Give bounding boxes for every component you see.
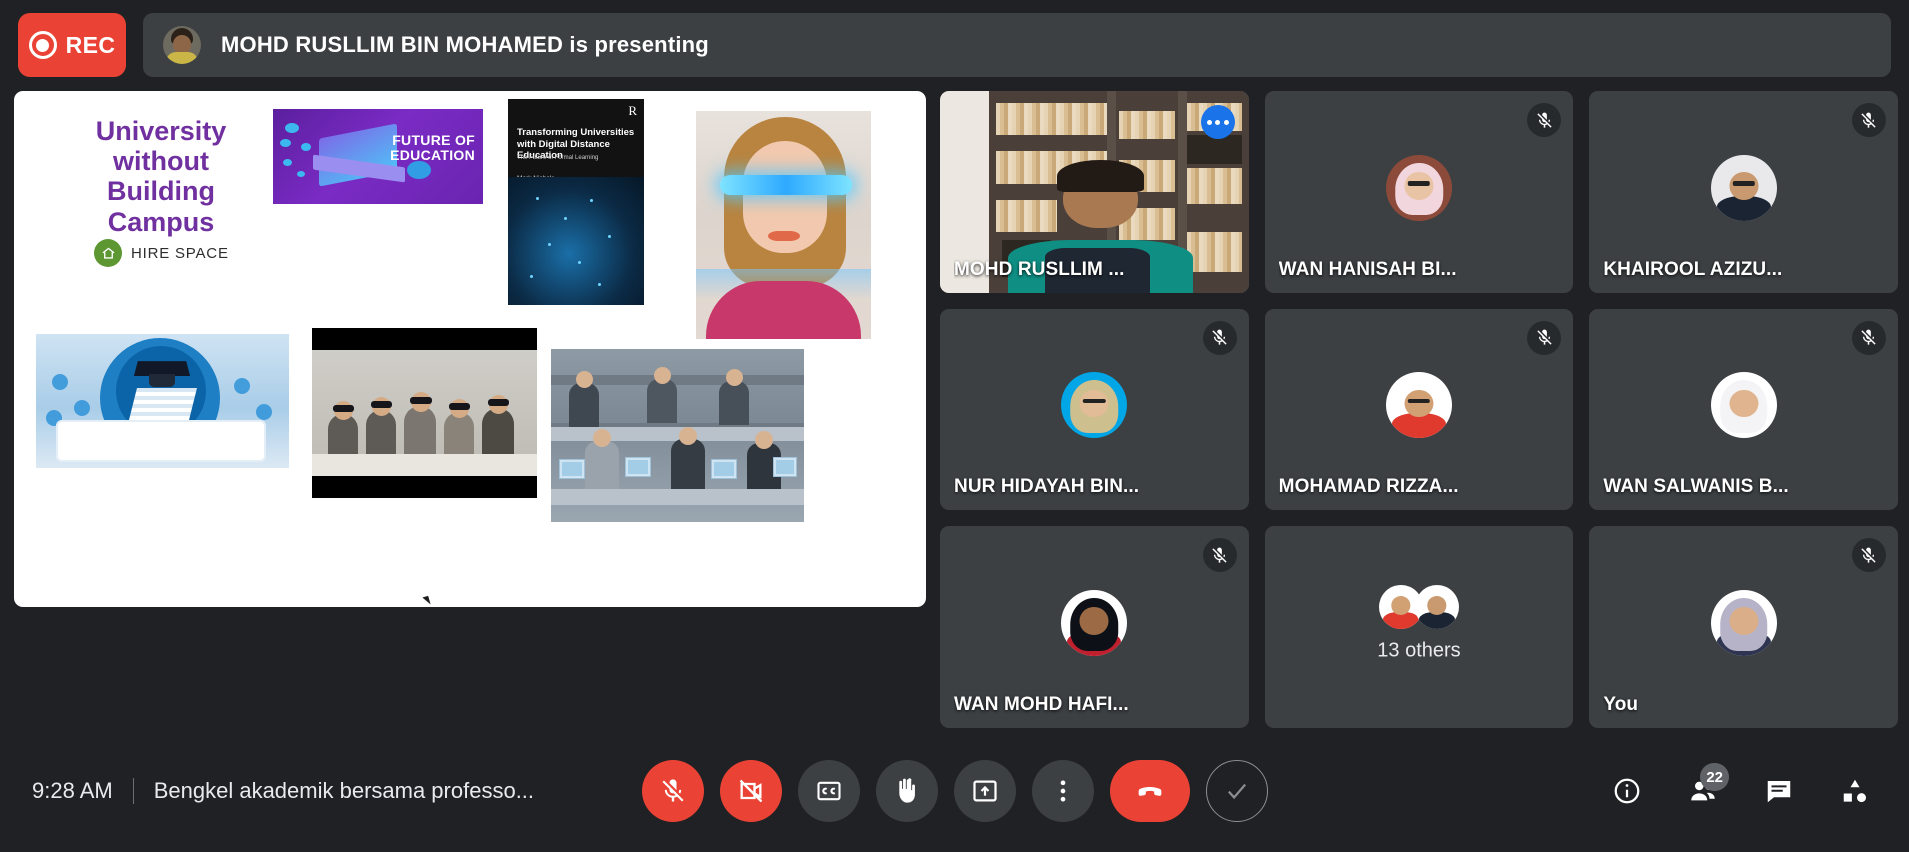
presenting-label: MOHD RUSLLIM BIN MOHAMED is presenting [221, 32, 709, 57]
camera-off-button[interactable] [719, 760, 782, 822]
participant-name: WAN HANISAH BI... [1278, 258, 1457, 280]
participant-tile[interactable]: NUR HIDAYAH BIN... [940, 308, 1249, 511]
mic-off-icon [1527, 103, 1562, 137]
participant-tile[interactable]: MOHAMAD RIZZA... [1264, 308, 1574, 511]
mic-off-icon [1202, 538, 1237, 573]
participant-tile[interactable]: KHAIROOL AZIZU... [1589, 91, 1898, 293]
mic-off-icon [1527, 320, 1562, 355]
meeting-info: 9:28 AM Bengkel akademik bersama profess… [32, 778, 534, 804]
mic-off-icon [1202, 320, 1237, 355]
meeting-side-controls: 22 [1603, 763, 1879, 815]
participant-name: MOHAMAD RIZZA... [1278, 476, 1459, 498]
mic-off-icon [1851, 320, 1886, 355]
avatar [1061, 372, 1128, 439]
hand-icon [898, 778, 915, 803]
more-options-button[interactable] [1031, 760, 1094, 822]
presentation-stage[interactable]: University without Building Campus HIRE … [14, 91, 926, 607]
avatar-group [1378, 584, 1459, 629]
future-of-education-image: FUTURE OF EDUCATION [273, 109, 483, 204]
participant-name: KHAIROOL AZIZU... [1603, 258, 1783, 280]
participant-name: WAN MOHD HAFI... [954, 694, 1129, 715]
future-of-education-label: FUTURE OF EDUCATION [390, 132, 475, 163]
participant-tile-active[interactable]: MOHD RUSLLIM ... [940, 91, 1249, 293]
graduation-book-illustration [36, 334, 289, 468]
recording-badge[interactable]: REC [18, 13, 126, 77]
hire-space-logo: HIRE SPACE [94, 239, 229, 267]
others-count-label: 13 others [1377, 639, 1461, 662]
book-cover-image: R Transforming Universities with Digital… [508, 99, 644, 305]
meeting-details-button[interactable] [1603, 767, 1651, 815]
chat-button[interactable] [1755, 767, 1803, 815]
avatar [1061, 590, 1128, 657]
confirm-button[interactable] [1205, 760, 1268, 822]
lecture-hall-photo [551, 349, 804, 522]
chat-icon [1767, 781, 1791, 803]
book-artwork [508, 177, 644, 305]
classroom-vr-photo [312, 328, 537, 498]
house-icon [94, 239, 122, 267]
microphone-off-button[interactable] [641, 760, 704, 822]
record-dot-icon [28, 31, 57, 59]
activities-icon [1843, 779, 1866, 803]
more-vertical-icon [1060, 780, 1065, 802]
hangup-icon [1138, 787, 1161, 796]
participant-name: MOHD RUSLLIM ... [954, 258, 1125, 280]
camera-off-icon [739, 779, 762, 803]
vr-headset-photo [696, 111, 871, 339]
presenter-avatar [163, 26, 201, 64]
publisher-mark: R [628, 103, 637, 118]
book-subtitle: The Future of Formal Learning [517, 155, 599, 161]
avatar [1414, 584, 1459, 629]
others-tile[interactable]: 13 others [1264, 526, 1574, 728]
avatar [1710, 372, 1777, 439]
participant-tile[interactable]: WAN HANISAH BI... [1264, 91, 1574, 293]
avatar [1385, 372, 1452, 439]
more-options-icon[interactable] [1200, 105, 1235, 139]
info-icon [1614, 778, 1640, 804]
participant-grid: MOHD RUSLLIM ... WAN HANISAH BI... KHAIR… [940, 91, 1898, 728]
call-controls [641, 760, 1268, 822]
hire-space-label: HIRE SPACE [131, 244, 229, 262]
raise-hand-button[interactable] [875, 760, 938, 822]
mic-off-icon [1851, 103, 1886, 137]
captions-button[interactable] [797, 760, 860, 822]
recording-label: REC [65, 31, 116, 58]
participant-count-badge: 22 [1700, 763, 1729, 791]
slide-title: University without Building Campus [95, 116, 227, 237]
avatar [1710, 590, 1777, 657]
present-icon [972, 780, 997, 802]
mic-off-icon [662, 779, 683, 802]
divider [132, 778, 134, 804]
presenting-banner[interactable]: MOHD RUSLLIM BIN MOHAMED is presenting [143, 13, 1891, 77]
present-screen-button[interactable] [953, 760, 1016, 822]
participant-tile-self[interactable]: You [1589, 526, 1898, 728]
avatar [1385, 154, 1452, 221]
top-bar: REC MOHD RUSLLIM BIN MOHAMED is presenti… [0, 0, 1909, 90]
end-call-button[interactable] [1109, 760, 1190, 822]
clock-label: 9:28 AM [32, 778, 113, 803]
slide-content: University without Building Campus HIRE … [14, 91, 926, 607]
avatar [1710, 154, 1777, 221]
mic-off-icon [1851, 538, 1886, 573]
participant-tile[interactable]: WAN MOHD HAFI... [940, 526, 1249, 728]
participant-name: NUR HIDAYAH BIN... [954, 476, 1140, 498]
check-icon [1227, 783, 1246, 800]
participant-tile[interactable]: WAN SALWANIS B... [1589, 308, 1898, 511]
participant-name: You [1603, 694, 1639, 715]
cc-icon [816, 781, 841, 801]
meeting-name-label: Bengkel akademik bersama professo... [153, 778, 535, 803]
participant-name: WAN SALWANIS B... [1603, 476, 1789, 498]
mouse-cursor [422, 595, 431, 607]
bottom-bar: 9:28 AM Bengkel akademik bersama profess… [0, 730, 1909, 852]
activities-button[interactable] [1831, 767, 1879, 815]
participants-button[interactable]: 22 [1679, 763, 1729, 815]
